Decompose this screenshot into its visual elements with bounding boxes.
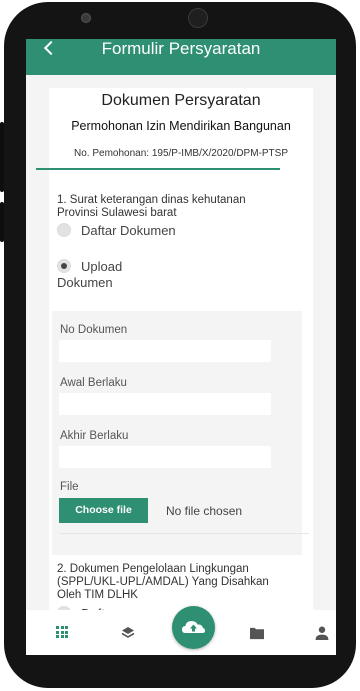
akhir-berlaku-input[interactable] xyxy=(59,446,271,468)
app-bar-title: Formulir Persyaratan xyxy=(101,39,261,58)
file-status: No file chosen xyxy=(166,504,243,518)
phone-frame: Formulir Persyaratan Dokumen Persyaratan… xyxy=(0,2,356,688)
awal-berlaku-input[interactable] xyxy=(59,393,271,415)
volume-button xyxy=(0,122,4,192)
akhir-berlaku-label: Akhir Berlaku xyxy=(60,430,129,442)
header-divider xyxy=(36,168,280,170)
document-subtitle: Permohonan Izin Mendirikan Bangunan xyxy=(71,119,291,133)
awal-berlaku-label: Awal Berlaku xyxy=(60,377,127,389)
front-camera-icon xyxy=(81,13,91,23)
document-title: Dokumen Persyaratan xyxy=(101,92,261,109)
requirement-2-label: 2. Dokumen Pengelolaan Lingkungan (SPPL/… xyxy=(57,563,269,601)
no-dokumen-input[interactable] xyxy=(59,340,271,362)
radio-button-checked[interactable] xyxy=(57,259,71,273)
choose-file-button[interactable]: Choose file xyxy=(59,498,148,523)
file-label: File xyxy=(60,481,79,493)
layers-icon[interactable] xyxy=(121,626,135,640)
grid-icon[interactable] xyxy=(56,626,68,638)
power-button xyxy=(0,202,4,242)
form-divider xyxy=(59,533,309,534)
radio-button-unchecked[interactable] xyxy=(57,223,71,237)
radio-daftar-dokumen-label: Daftar Dokumen xyxy=(81,223,176,238)
folder-icon[interactable] xyxy=(250,626,264,640)
app-bar: Formulir Persyaratan xyxy=(26,39,336,75)
no-dokumen-label: No Dokumen xyxy=(60,324,128,336)
application-number: No. Pemohonan: 195/P-IMB/X/2020/DPM-PTSP xyxy=(74,148,288,159)
user-icon[interactable] xyxy=(315,626,329,640)
radio-daftar-dokumen[interactable]: Daftar Dokumen xyxy=(57,223,177,239)
app-screen: Formulir Persyaratan Dokumen Persyaratan… xyxy=(26,39,336,655)
cloud-upload-icon xyxy=(182,621,205,633)
radio-upload-dokumen[interactable]: Upload Dokumen xyxy=(57,259,177,291)
sensor-icon xyxy=(188,8,208,28)
requirement-1-label: 1. Surat keterangan dinas kehutanan Prov… xyxy=(57,194,246,219)
upload-fab[interactable] xyxy=(172,606,215,649)
